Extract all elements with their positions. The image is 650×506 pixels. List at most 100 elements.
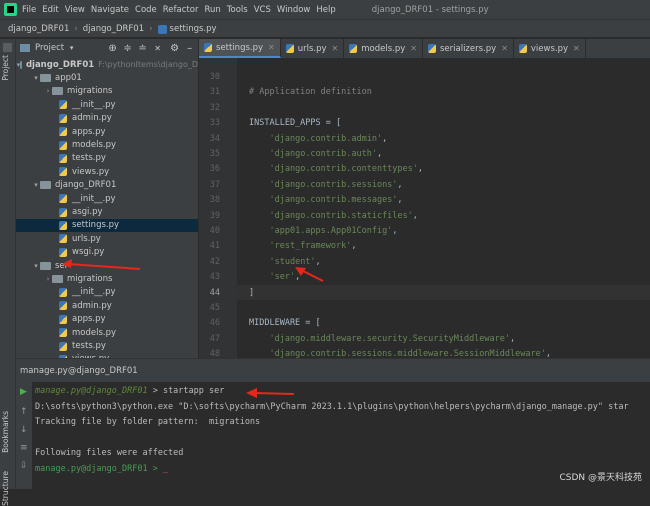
project-folder-icon: [20, 44, 30, 52]
string-literal: 'rest_framework': [269, 241, 352, 252]
menu-view[interactable]: View: [65, 5, 85, 15]
tree-item[interactable]: apps.py: [16, 125, 198, 138]
run-panel-title[interactable]: manage.py@django_DRF01: [20, 366, 138, 376]
locate-icon[interactable]: ⊕: [108, 43, 117, 53]
python-file-icon: [59, 314, 67, 324]
breadcrumb-package[interactable]: django_DRF01: [83, 24, 144, 34]
breadcrumb-file[interactable]: settings.py: [170, 24, 217, 34]
close-icon[interactable]: ✕: [410, 44, 417, 53]
annotation-arrow-ser-app: [295, 267, 324, 282]
tab-views[interactable]: views.py ✕: [514, 39, 586, 58]
tree-item[interactable]: __init__.py: [16, 286, 198, 299]
minimize-icon[interactable]: –: [185, 43, 194, 53]
line-number: 44: [209, 287, 220, 298]
tree-item[interactable]: __init__.py: [16, 192, 198, 205]
project-panel-title[interactable]: Project: [35, 43, 64, 53]
tree-item[interactable]: apps.py: [16, 313, 198, 326]
tree-item[interactable]: › migrations: [16, 85, 198, 98]
menu-tools[interactable]: Tools: [227, 5, 248, 15]
tree-item[interactable]: ▾ django_DRF01: [16, 179, 198, 192]
close-icon[interactable]: ✕: [153, 44, 162, 53]
tree-item[interactable]: models.py: [16, 138, 198, 151]
menu-vcs[interactable]: VCS: [254, 5, 271, 15]
structure-tool-tab[interactable]: Structure: [1, 471, 10, 506]
code-line: 'django.contrib.sessions.middleware.Sess…: [249, 349, 550, 358]
menu-help[interactable]: Help: [316, 5, 335, 15]
rerun-icon[interactable]: ▶: [20, 388, 29, 397]
code-token: ,: [417, 164, 424, 175]
tree-item[interactable]: __init__.py: [16, 98, 198, 111]
chevron-down-icon[interactable]: ▾: [67, 44, 76, 53]
tree-item-label: asgi.py: [72, 207, 103, 218]
project-tool-tab[interactable]: Project: [1, 55, 10, 81]
python-file-icon: [59, 194, 67, 204]
code-line: 'django.contrib.contenttypes',: [249, 164, 423, 174]
folder-icon: [20, 60, 22, 69]
scroll-end-icon[interactable]: ⇩: [20, 462, 29, 471]
chevron-down-icon[interactable]: ▾: [32, 181, 40, 189]
menu-window[interactable]: Window: [277, 5, 311, 15]
menu-refactor[interactable]: Refactor: [163, 5, 199, 15]
tree-item-label: admin.py: [72, 300, 112, 311]
menu-file[interactable]: File: [22, 5, 36, 15]
tree-item[interactable]: models.py: [16, 326, 198, 339]
down-arrow-icon[interactable]: ↓: [20, 426, 29, 435]
code-line: MIDDLEWARE = [: [249, 318, 321, 328]
close-icon[interactable]: ✕: [332, 44, 339, 53]
tree-item[interactable]: settings.py: [16, 218, 198, 233]
expand-all-icon[interactable]: ≑: [123, 43, 132, 53]
editor-tab-bar: settings.py ✕ urls.py ✕ models.py ✕ serializer…: [199, 39, 650, 59]
folder-icon: [40, 181, 51, 190]
gear-icon[interactable]: ⚙: [170, 43, 179, 53]
annotation-arrow-startapp: [246, 388, 295, 398]
chevron-right-icon[interactable]: ›: [44, 87, 52, 95]
bookmarks-tool-tab[interactable]: Bookmarks: [1, 411, 10, 453]
code-token: INSTALLED_APPS = [: [249, 118, 342, 129]
chevron-right-icon[interactable]: ›: [44, 275, 52, 283]
tree-item[interactable]: views.py: [16, 165, 198, 178]
menu-run[interactable]: Run: [204, 5, 220, 15]
console-line: manage.py@django_DRF01 > startapp ser: [35, 386, 224, 396]
tree-item-label: admin.py: [72, 113, 112, 124]
tree-item[interactable]: tests.py: [16, 152, 198, 165]
tab-serializers[interactable]: serializers.py ✕: [423, 39, 514, 58]
line-number: 36: [209, 164, 220, 175]
up-arrow-icon[interactable]: ↑: [20, 408, 29, 417]
tree-item-label: __init__.py: [72, 193, 116, 204]
tree-item[interactable]: ▾ django_DRF01 F:\pythonItems\django_D: [16, 58, 198, 71]
tree-item[interactable]: ▾ app01: [16, 71, 198, 84]
current-line-highlight: [237, 284, 650, 300]
line-number: 34: [209, 133, 220, 144]
code-line: 'django.contrib.auth',: [249, 149, 382, 159]
collapse-all-icon[interactable]: ≐: [138, 43, 147, 53]
wrap-lines-icon[interactable]: ≡: [20, 444, 29, 453]
menu-edit[interactable]: Edit: [42, 5, 58, 15]
code-line: 'django.contrib.admin',: [249, 134, 387, 144]
python-file-icon: [59, 341, 67, 351]
close-icon[interactable]: ✕: [501, 44, 508, 53]
chevron-down-icon[interactable]: ▾: [32, 262, 40, 270]
left-tool-stripe: Project Bookmarks Structure: [0, 39, 16, 506]
console-output[interactable]: manage.py@django_DRF01 > startapp ser D:\…: [32, 382, 650, 489]
menu-code[interactable]: Code: [135, 5, 157, 15]
tree-item[interactable]: admin.py: [16, 299, 198, 312]
code-editor[interactable]: # Application definition INSTALLED_APPS =…: [237, 58, 650, 358]
close-icon[interactable]: ✕: [573, 44, 580, 53]
python-file-icon: [59, 127, 67, 137]
tree-item[interactable]: asgi.py: [16, 205, 198, 218]
tab-label: serializers.py: [439, 43, 497, 54]
chevron-down-icon[interactable]: ▾: [32, 74, 40, 82]
menu-navigate[interactable]: Navigate: [91, 5, 129, 15]
tab-urls[interactable]: urls.py ✕: [281, 39, 345, 58]
tree-item[interactable]: admin.py: [16, 112, 198, 125]
tree-item[interactable]: tests.py: [16, 339, 198, 352]
line-number: 41: [209, 241, 220, 252]
tab-models[interactable]: models.py ✕: [344, 39, 423, 58]
tab-settings[interactable]: settings.py ✕: [199, 39, 281, 58]
breadcrumb-project[interactable]: django_DRF01: [8, 24, 69, 34]
tree-item[interactable]: urls.py: [16, 232, 198, 245]
console-prompt: manage.py@django_DRF01: [35, 386, 148, 396]
close-icon[interactable]: ✕: [268, 43, 275, 52]
